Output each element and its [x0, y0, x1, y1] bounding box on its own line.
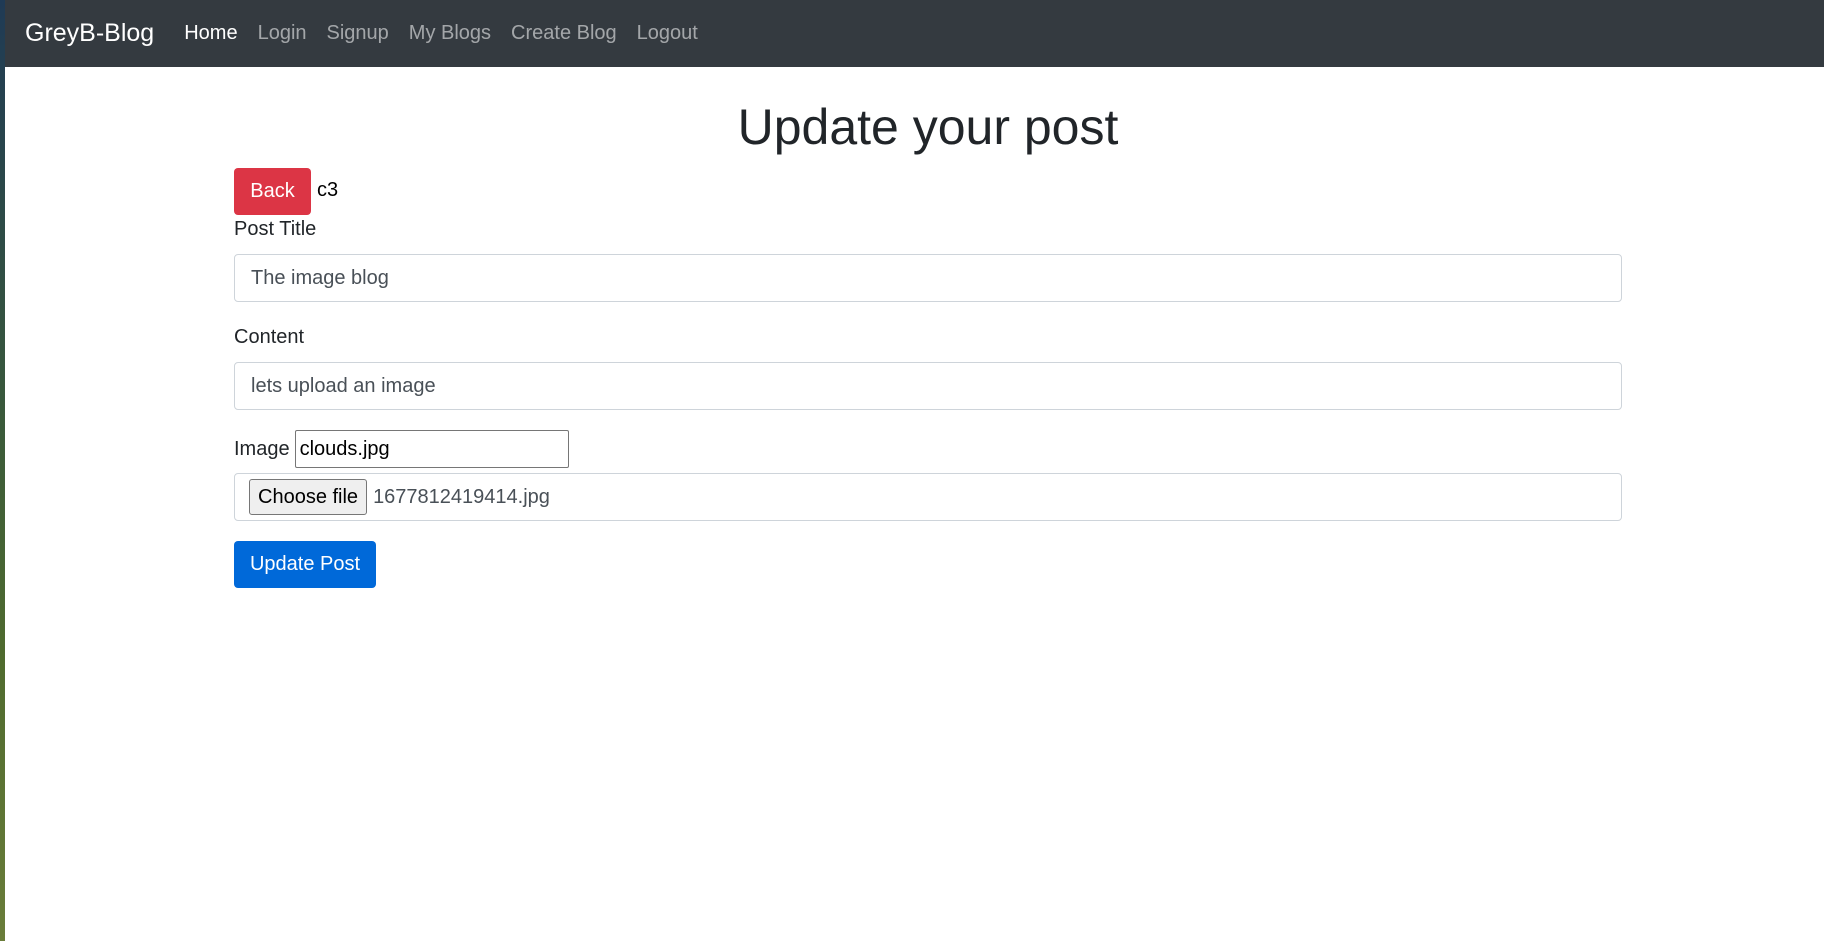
image-name-input[interactable]: clouds.jpg — [294, 430, 569, 468]
image-label: Image — [234, 437, 290, 460]
nav-links: Home Login Signup My Blogs Create Blog L… — [184, 22, 718, 45]
nav-link-login[interactable]: Login — [258, 22, 307, 45]
back-button[interactable]: Back — [234, 168, 311, 215]
chosen-file-name: 1677812419414.jpg — [373, 485, 550, 508]
nav-link-create-blog[interactable]: Create Blog — [511, 22, 617, 45]
nav-link-home[interactable]: Home — [184, 22, 237, 45]
post-title-input[interactable]: The image blog — [234, 254, 1622, 302]
image-row: Image clouds.jpg — [234, 430, 569, 468]
content-label: Content — [234, 326, 305, 348]
navbar: GreyB-Blog Home Login Signup My Blogs Cr… — [5, 0, 1824, 67]
nav-link-my-blogs[interactable]: My Blogs — [409, 22, 491, 45]
back-row: Back c3 — [234, 168, 338, 215]
update-post-button[interactable]: Update Post — [234, 541, 376, 588]
brand-link[interactable]: GreyB-Blog — [25, 19, 154, 48]
choose-file-button[interactable]: Choose file — [249, 479, 368, 515]
page-title: Update your post — [737, 99, 1119, 155]
page: GreyB-Blog Home Login Signup My Blogs Cr… — [5, 0, 1824, 941]
file-upload-field[interactable]: Choose file 1677812419414.jpg — [234, 473, 1622, 521]
nav-link-logout[interactable]: Logout — [637, 22, 698, 45]
content-input[interactable]: lets upload an image — [234, 362, 1622, 410]
back-note: c3 — [317, 179, 339, 201]
post-title-label: Post Title — [234, 218, 317, 240]
nav-link-signup[interactable]: Signup — [327, 22, 389, 45]
